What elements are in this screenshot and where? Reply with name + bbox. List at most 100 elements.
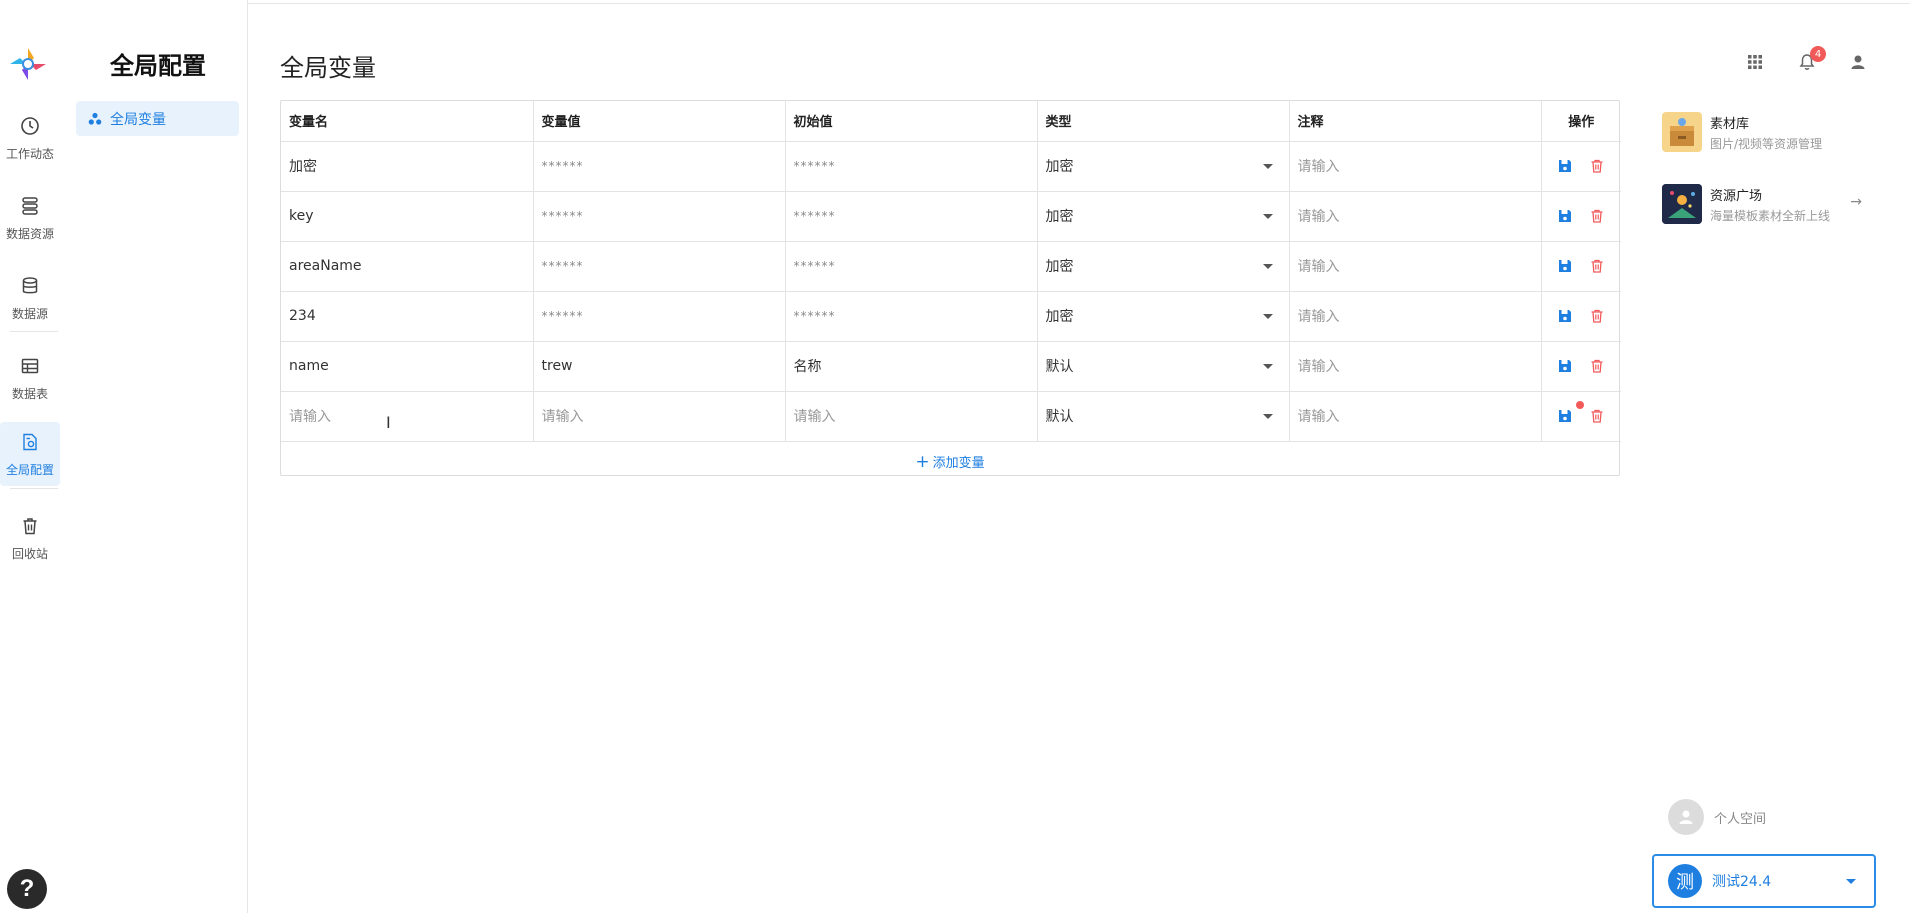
initial-value-input[interactable]: ******: [785, 141, 1038, 192]
type-select-value: 加密: [1045, 309, 1074, 325]
note-input[interactable]: 请输入: [1289, 341, 1542, 392]
notification-bell-icon[interactable]: 4: [1797, 46, 1826, 72]
card-subtitle: 海量模板素材全新上线: [1710, 208, 1831, 223]
note-input[interactable]: 请输入: [1289, 241, 1542, 292]
note-input[interactable]: 请输入: [1289, 141, 1542, 192]
row-actions: [1541, 241, 1621, 292]
variable-name-input[interactable]: 234: [281, 291, 534, 342]
database-stack-icon: [19, 195, 41, 217]
asset-library-card[interactable]: 素材库 图片/视频等资源管理: [1662, 110, 1862, 154]
column-header: 注释: [1289, 101, 1542, 142]
type-select-value: 加密: [1045, 159, 1074, 175]
rail-item-recycle-bin[interactable]: 回收站: [0, 506, 60, 570]
sidebar-item-global-variables[interactable]: 全局变量: [76, 101, 239, 136]
column-header: 操作: [1541, 101, 1621, 142]
rail-item-label: 数据表: [11, 386, 48, 401]
sidebar-item-label: 全局变量: [110, 111, 166, 128]
add-variable-label: 添加变量: [932, 456, 985, 471]
variable-name-input[interactable]: name: [281, 341, 534, 392]
row-actions: [1541, 341, 1621, 392]
variable-name-input[interactable]: areaName: [281, 241, 534, 292]
apps-grid-icon[interactable]: [1745, 52, 1765, 72]
save-icon[interactable]: [1558, 409, 1572, 423]
chevron-down-icon: [1846, 878, 1856, 884]
chevron-down-icon: [1262, 213, 1273, 219]
database-icon: [19, 275, 41, 297]
save-icon[interactable]: [1558, 159, 1572, 173]
variable-value-input[interactable]: trew: [533, 341, 786, 392]
help-button[interactable]: ?: [7, 869, 47, 909]
clock-icon: [19, 115, 41, 137]
note-input[interactable]: 请输入: [1289, 391, 1542, 442]
initial-value-input[interactable]: 请输入: [785, 391, 1038, 442]
page-title: 全局变量: [280, 54, 376, 82]
save-icon[interactable]: [1558, 359, 1572, 373]
delete-icon[interactable]: [1590, 209, 1604, 223]
personal-space-button[interactable]: 个人空间: [1668, 799, 1766, 835]
initial-value-input[interactable]: ******: [785, 241, 1038, 292]
left-rail: 工作动态 数据资源 数据源 数据表 全局配置 回收站 ?: [0, 0, 60, 913]
sidebar-title: 全局配置: [110, 52, 206, 80]
variable-value-input[interactable]: ******: [533, 291, 786, 342]
table-row: areaName ****** ****** 加密 请输入: [281, 241, 1621, 292]
initial-value-input[interactable]: ******: [785, 291, 1038, 342]
type-select-value: 默认: [1045, 409, 1074, 425]
delete-icon[interactable]: [1590, 309, 1604, 323]
initial-value-input[interactable]: 名称: [785, 341, 1038, 392]
add-variable-button[interactable]: + 添加变量: [281, 442, 1619, 482]
rail-item-data-table[interactable]: 数据表: [0, 346, 60, 410]
save-icon[interactable]: [1558, 209, 1572, 223]
initial-value-input[interactable]: ******: [785, 191, 1038, 242]
save-icon[interactable]: [1558, 309, 1572, 323]
plus-icon: +: [915, 451, 930, 472]
notification-badge: 4: [1810, 46, 1826, 62]
avatar: [1668, 799, 1704, 835]
type-select[interactable]: 默认: [1037, 341, 1290, 392]
app-root: 工作动态 数据资源 数据源 数据表 全局配置 回收站 ? 全局配置 全局变量 全…: [0, 0, 1910, 913]
top-divider: [248, 3, 1910, 4]
type-select[interactable]: 加密: [1037, 141, 1290, 192]
resource-plaza-card[interactable]: 资源广场 海量模板素材全新上线 →: [1662, 182, 1862, 226]
type-select[interactable]: 加密: [1037, 291, 1290, 342]
delete-icon[interactable]: [1590, 409, 1604, 423]
chevron-down-icon: [1262, 363, 1273, 369]
team-name: 测试24.4: [1712, 874, 1772, 890]
rail-item-data-resources[interactable]: 数据资源: [0, 186, 60, 250]
type-select-value: 加密: [1045, 259, 1074, 275]
variable-name-input[interactable]: 加密: [281, 141, 534, 192]
note-input[interactable]: 请输入: [1289, 291, 1542, 342]
column-header: 变量名: [281, 101, 534, 142]
save-icon[interactable]: [1558, 259, 1572, 273]
delete-icon[interactable]: [1590, 259, 1604, 273]
variable-name-input[interactable]: key: [281, 191, 534, 242]
type-select-value: 加密: [1045, 209, 1074, 225]
team-switcher[interactable]: 测 测试24.4: [1652, 854, 1876, 908]
secondary-sidebar: 全局配置 全局变量: [60, 0, 248, 913]
rail-divider: [10, 488, 58, 489]
row-actions: [1541, 141, 1621, 192]
row-actions: [1541, 391, 1621, 442]
card-subtitle: 图片/视频等资源管理: [1710, 136, 1823, 151]
personal-space-label: 个人空间: [1714, 811, 1767, 827]
note-input[interactable]: 请输入: [1289, 191, 1542, 242]
rail-item-label: 数据源: [11, 306, 48, 321]
type-select[interactable]: 加密: [1037, 241, 1290, 292]
variable-value-input[interactable]: ******: [533, 241, 786, 292]
type-select[interactable]: 加密: [1037, 191, 1290, 242]
table-row: 234 ****** ****** 加密 请输入: [281, 291, 1621, 342]
delete-icon[interactable]: [1590, 359, 1604, 373]
user-icon[interactable]: [1848, 52, 1868, 72]
config-file-icon: [19, 431, 41, 453]
rail-item-data-source[interactable]: 数据源: [0, 266, 60, 330]
variable-value-input[interactable]: ******: [533, 141, 786, 192]
variable-value-input[interactable]: 请输入: [533, 391, 786, 442]
chevron-down-icon: [1262, 313, 1273, 319]
rail-item-work-activity[interactable]: 工作动态: [0, 106, 60, 170]
type-select[interactable]: 默认: [1037, 391, 1290, 442]
variable-value-input[interactable]: ******: [533, 191, 786, 242]
rail-item-global-config[interactable]: 全局配置: [0, 422, 60, 486]
app-logo[interactable]: [6, 44, 50, 84]
delete-icon[interactable]: [1590, 159, 1604, 173]
variable-name-input[interactable]: 请输入: [281, 391, 534, 442]
cluster-icon: [88, 112, 102, 125]
